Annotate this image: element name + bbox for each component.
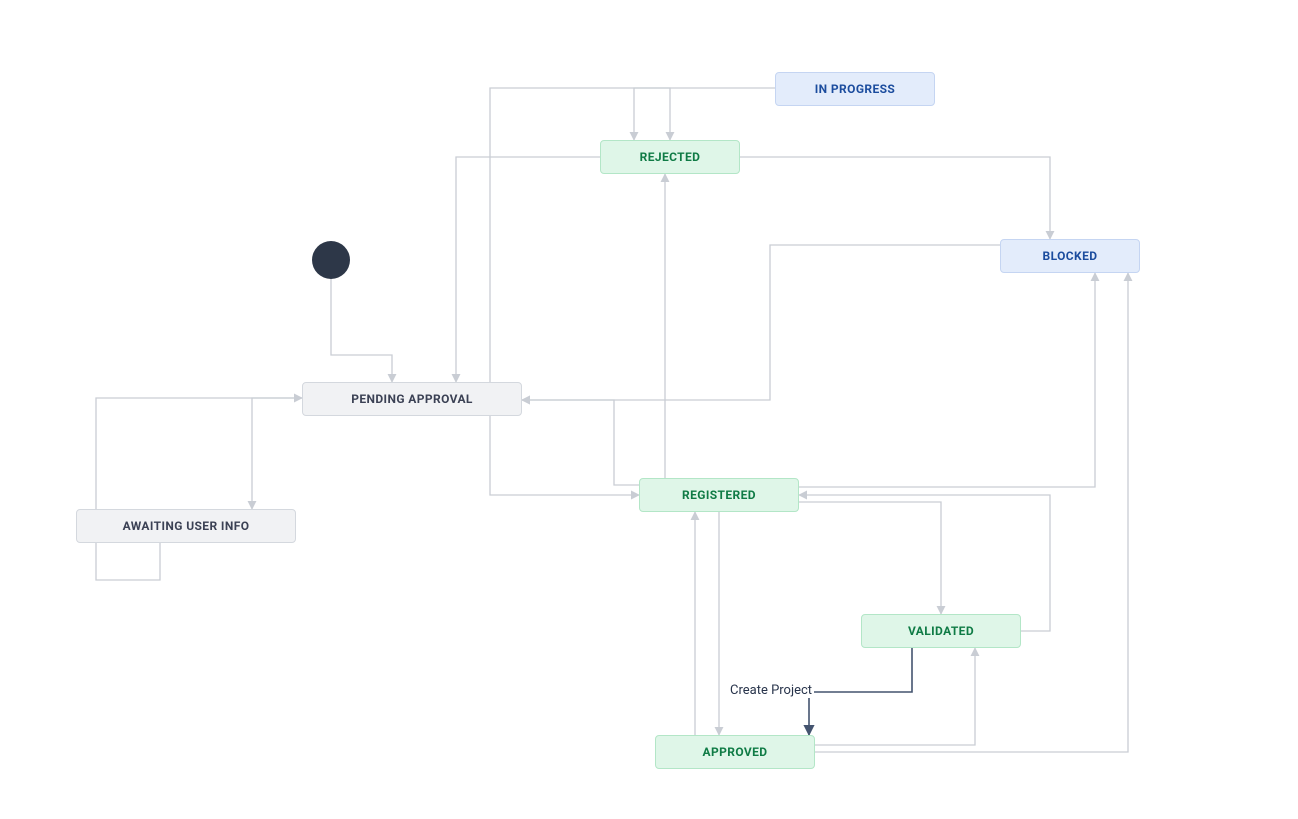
edge — [522, 400, 639, 485]
node-validated[interactable]: VALIDATED — [861, 614, 1021, 648]
node-label: REGISTERED — [682, 488, 756, 502]
edge-label: Create Project — [728, 683, 814, 698]
edge — [799, 495, 1050, 631]
edge — [456, 157, 600, 382]
edge — [799, 273, 1095, 487]
start-node — [312, 241, 350, 279]
edges-layer — [0, 0, 1298, 819]
workflow-diagram: IN PROGRESS REJECTED BLOCKED PENDING APP… — [0, 0, 1298, 819]
node-approved[interactable]: APPROVED — [655, 735, 815, 769]
node-label: PENDING APPROVAL — [351, 392, 473, 406]
node-label: APPROVED — [703, 745, 768, 759]
node-registered[interactable]: REGISTERED — [639, 478, 799, 512]
edge — [799, 502, 941, 614]
edge — [809, 648, 912, 735]
node-blocked[interactable]: BLOCKED — [1000, 239, 1140, 273]
node-label: VALIDATED — [908, 624, 974, 638]
node-pending[interactable]: PENDING APPROVAL — [302, 382, 522, 416]
node-label: AWAITING USER INFO — [123, 519, 250, 533]
node-label: REJECTED — [640, 150, 701, 164]
edge — [96, 398, 302, 580]
edge — [634, 88, 775, 140]
edge — [252, 398, 302, 509]
edge — [815, 273, 1128, 752]
edge — [522, 245, 1000, 400]
edge — [740, 157, 1050, 239]
node-label: IN PROGRESS — [815, 82, 895, 96]
edge — [490, 416, 639, 495]
node-label: BLOCKED — [1043, 249, 1098, 263]
node-awaiting[interactable]: AWAITING USER INFO — [76, 509, 296, 543]
edge — [815, 648, 975, 745]
node-rejected[interactable]: REJECTED — [600, 140, 740, 174]
edge — [331, 279, 392, 382]
edge — [490, 88, 670, 382]
node-in-progress[interactable]: IN PROGRESS — [775, 72, 935, 106]
